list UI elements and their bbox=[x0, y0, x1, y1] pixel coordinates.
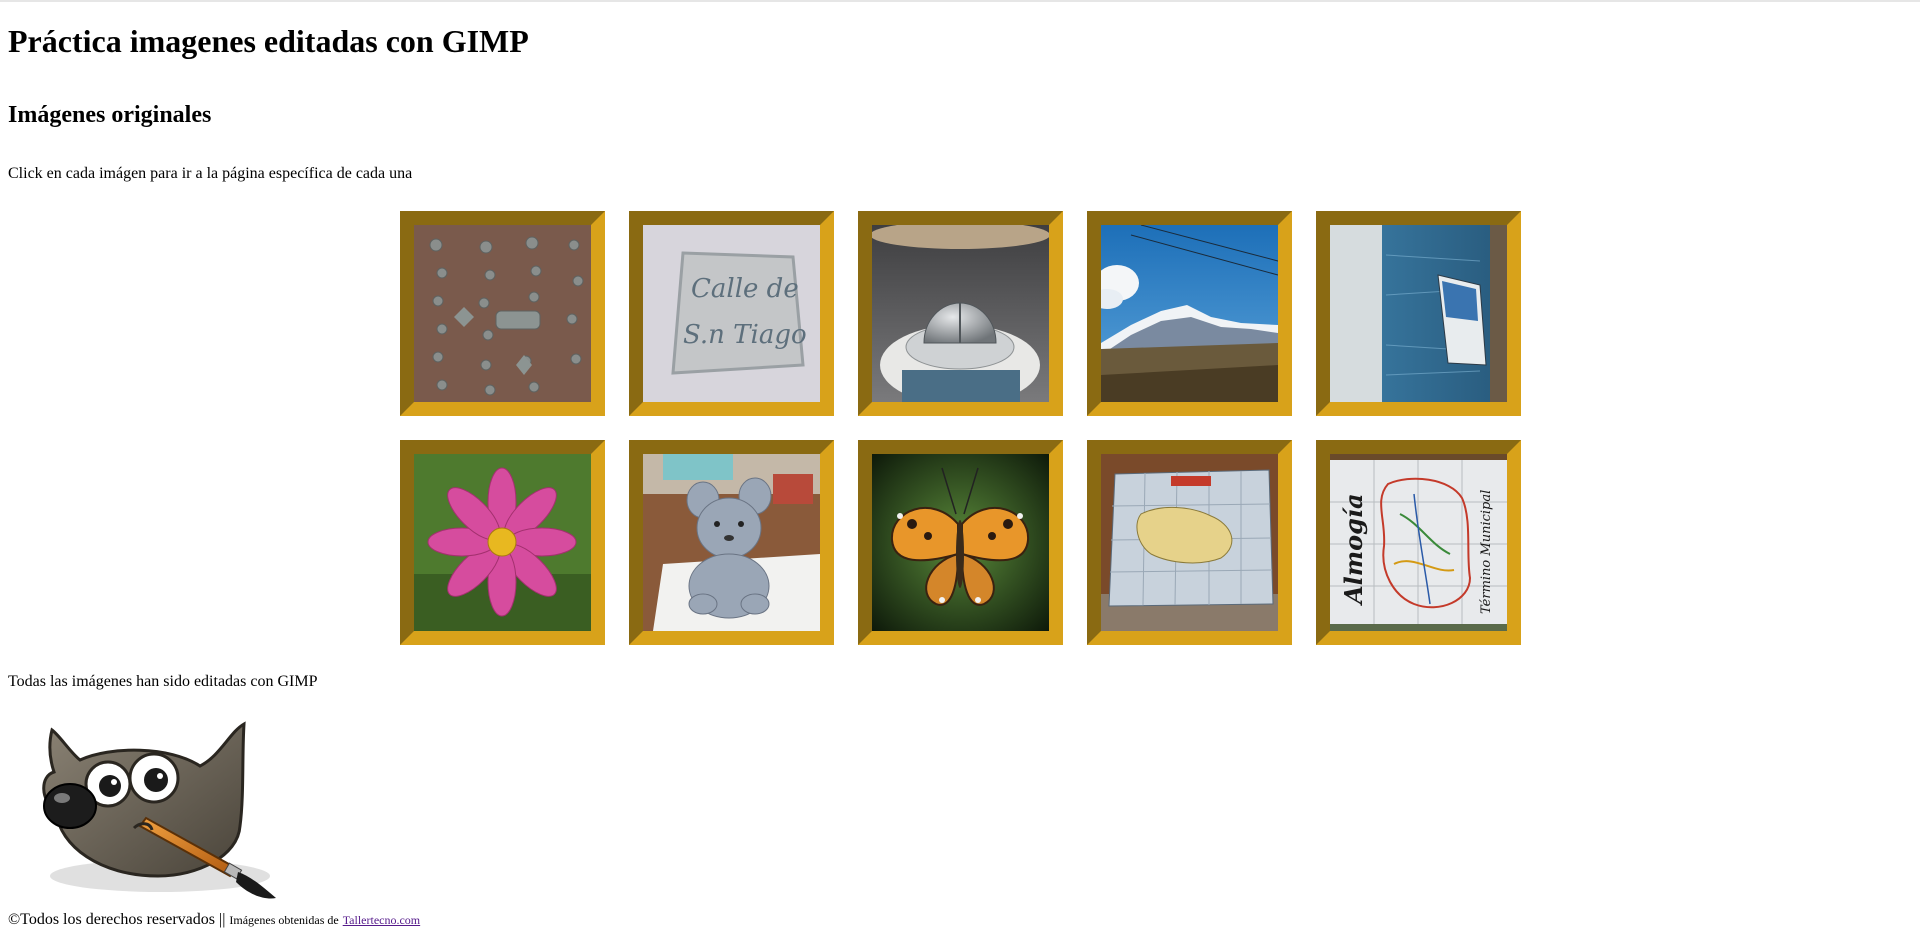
image-gallery: Calle de S.n Tiago Almogía Término Munic… bbox=[400, 211, 1540, 669]
butterfly-photo bbox=[872, 454, 1049, 631]
source-prefix: Imágenes obtenidas de bbox=[229, 913, 339, 927]
pink-cosmos-flower-photo bbox=[414, 454, 591, 631]
browser-top-edge bbox=[0, 0, 1920, 2]
map-text-almogia: Almogía bbox=[1339, 493, 1368, 606]
source-link[interactable]: Tallertecno.com bbox=[343, 913, 420, 927]
sign-text-line-2: S.n Tiago bbox=[683, 320, 807, 350]
gallery-image-link[interactable] bbox=[400, 211, 605, 416]
snowy-mountains-photo bbox=[1101, 225, 1278, 402]
page-title: Práctica imagenes editadas con GIMP bbox=[8, 23, 529, 59]
gallery-image-link[interactable] bbox=[1087, 440, 1292, 645]
gallery-image-link[interactable] bbox=[858, 440, 1063, 645]
gallery-image-link[interactable] bbox=[1087, 211, 1292, 416]
map-text-termino: Término Municipal bbox=[1479, 490, 1494, 614]
observatory-dome-photo bbox=[872, 225, 1049, 402]
tile-map-photo bbox=[1101, 454, 1278, 631]
copyright-text: ©Todos los derechos reservados || bbox=[8, 911, 226, 928]
gimp-logo bbox=[30, 716, 290, 901]
plush-toy-photo bbox=[643, 454, 820, 631]
intro-text: Click en cada imágen para ir a la página… bbox=[8, 165, 413, 182]
gallery-image-link[interactable] bbox=[400, 440, 605, 645]
footer: ©Todos los derechos reservados || Imágen… bbox=[8, 910, 420, 930]
gallery-row-2: Almogía Término Municipal bbox=[400, 440, 1540, 645]
gallery-image-link[interactable]: Calle de S.n Tiago bbox=[629, 211, 834, 416]
gallery-image-link[interactable] bbox=[629, 440, 834, 645]
section-heading: Imágenes originales bbox=[8, 102, 212, 128]
almogia-municipal-map-photo: Almogía Término Municipal bbox=[1330, 454, 1507, 631]
gallery-row-1: Calle de S.n Tiago bbox=[400, 211, 1540, 416]
gallery-image-link[interactable] bbox=[1316, 211, 1521, 416]
gallery-image-link[interactable] bbox=[858, 211, 1063, 416]
gallery-image-link[interactable]: Almogía Término Municipal bbox=[1316, 440, 1521, 645]
door-studs-photo bbox=[414, 225, 591, 402]
outro-text: Todas las imágenes han sido editadas con… bbox=[8, 673, 318, 690]
boat-on-sea-photo bbox=[1330, 225, 1507, 402]
sign-text-line-1: Calle de bbox=[691, 274, 799, 304]
calle-de-santiago-sign-photo: Calle de S.n Tiago bbox=[643, 225, 820, 402]
